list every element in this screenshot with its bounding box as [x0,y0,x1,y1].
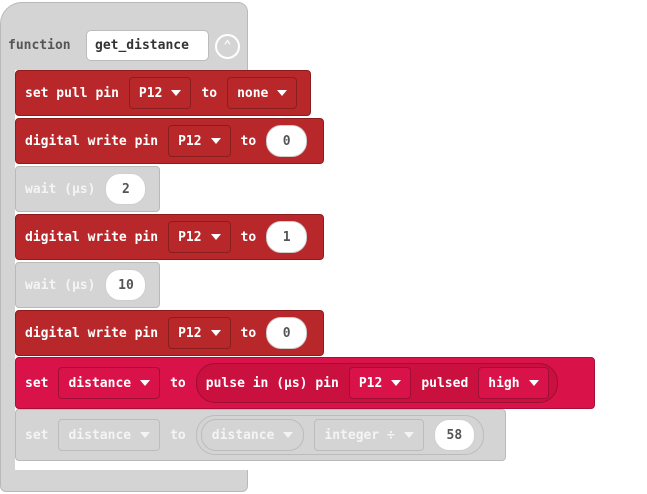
caret-down-icon [171,90,182,96]
block-label: digital write pin [25,229,159,245]
dropdown-value: high [488,375,520,391]
chevron-up-icon[interactable]: ⌃ [215,34,240,59]
wait-block[interactable]: wait (µs) 10 [15,262,160,308]
caret-down-icon [210,234,221,240]
block-label: to [170,375,186,391]
block-label: wait (µs) [25,181,96,197]
caret-down-icon [140,380,151,386]
pin-dropdown[interactable]: P12 [168,221,231,253]
wait-block[interactable]: wait (µs) 2 [15,166,160,212]
dropdown-value: integer ÷ [324,427,395,443]
value-input[interactable]: 10 [105,269,147,301]
reporter-label: pulse in (µs) pin [205,375,339,391]
caret-down-icon [277,90,288,96]
dropdown-value: P12 [358,375,383,391]
value-input[interactable]: 58 [433,419,475,451]
caret-down-icon [391,380,402,386]
block-label: to [201,85,218,101]
caret-down-icon [140,432,151,438]
pin-dropdown[interactable]: P12 [168,317,231,349]
block-label: set pull pin [25,85,119,101]
digital-write-block[interactable]: digital write pin P12 to 1 [15,214,324,260]
dropdown-value: P12 [138,85,163,101]
value-input[interactable]: 2 [105,173,147,205]
dropdown-value: distance [211,427,275,443]
caret-down-icon [283,432,294,438]
set-variable-block-disabled[interactable]: set distance to distance integer ÷ 58 [15,409,506,461]
function-keyword: function [8,38,71,53]
integer-divide-reporter[interactable]: distance integer ÷ 58 [195,415,484,455]
value-input[interactable]: 0 [266,125,308,157]
dropdown-value: distance [68,375,132,391]
dropdown-value: P12 [178,133,202,149]
block-label: set [25,375,49,391]
dropdown-value: none [237,85,269,101]
dropdown-value: P12 [178,325,202,341]
variable-dropdown[interactable]: distance [58,367,161,399]
function-name-field[interactable]: get_distance [86,30,209,61]
set-variable-block[interactable]: set distance to pulse in (µs) pin P12 pu… [15,357,595,409]
pin-dropdown[interactable]: P12 [348,367,412,399]
reporter-label: pulsed [421,375,469,391]
pull-mode-dropdown[interactable]: none [227,77,298,109]
digital-write-block[interactable]: digital write pin P12 to 0 [15,310,324,356]
block-label: to [240,325,257,341]
digital-write-block[interactable]: digital write pin P12 to 0 [15,118,324,164]
block-label: wait (µs) [25,277,96,293]
caret-down-icon [528,380,539,386]
block-label: digital write pin [25,133,159,149]
pin-dropdown[interactable]: P12 [168,125,231,157]
caret-down-icon [210,330,221,336]
block-label: set [25,427,49,443]
value-input[interactable]: 1 [266,221,308,253]
pin-dropdown[interactable]: P12 [128,77,192,109]
block-label: to [240,133,257,149]
dropdown-value: distance [68,427,132,443]
dropdown-value: P12 [178,229,202,245]
caret-down-icon [403,432,414,438]
caret-down-icon [210,138,221,144]
variable-dropdown[interactable]: distance [58,419,161,451]
block-label: digital write pin [25,325,159,341]
block-label: to [170,427,186,443]
pulse-in-reporter[interactable]: pulse in (µs) pin P12 pulsed high [195,363,558,403]
block-label: to [240,229,257,245]
value-input[interactable]: 0 [266,317,308,349]
pulse-level-dropdown[interactable]: high [478,367,549,399]
variable-reporter[interactable]: distance [200,419,305,451]
operator-dropdown[interactable]: integer ÷ [314,419,424,451]
set-pull-pin-block[interactable]: set pull pin P12 to none [15,70,311,116]
